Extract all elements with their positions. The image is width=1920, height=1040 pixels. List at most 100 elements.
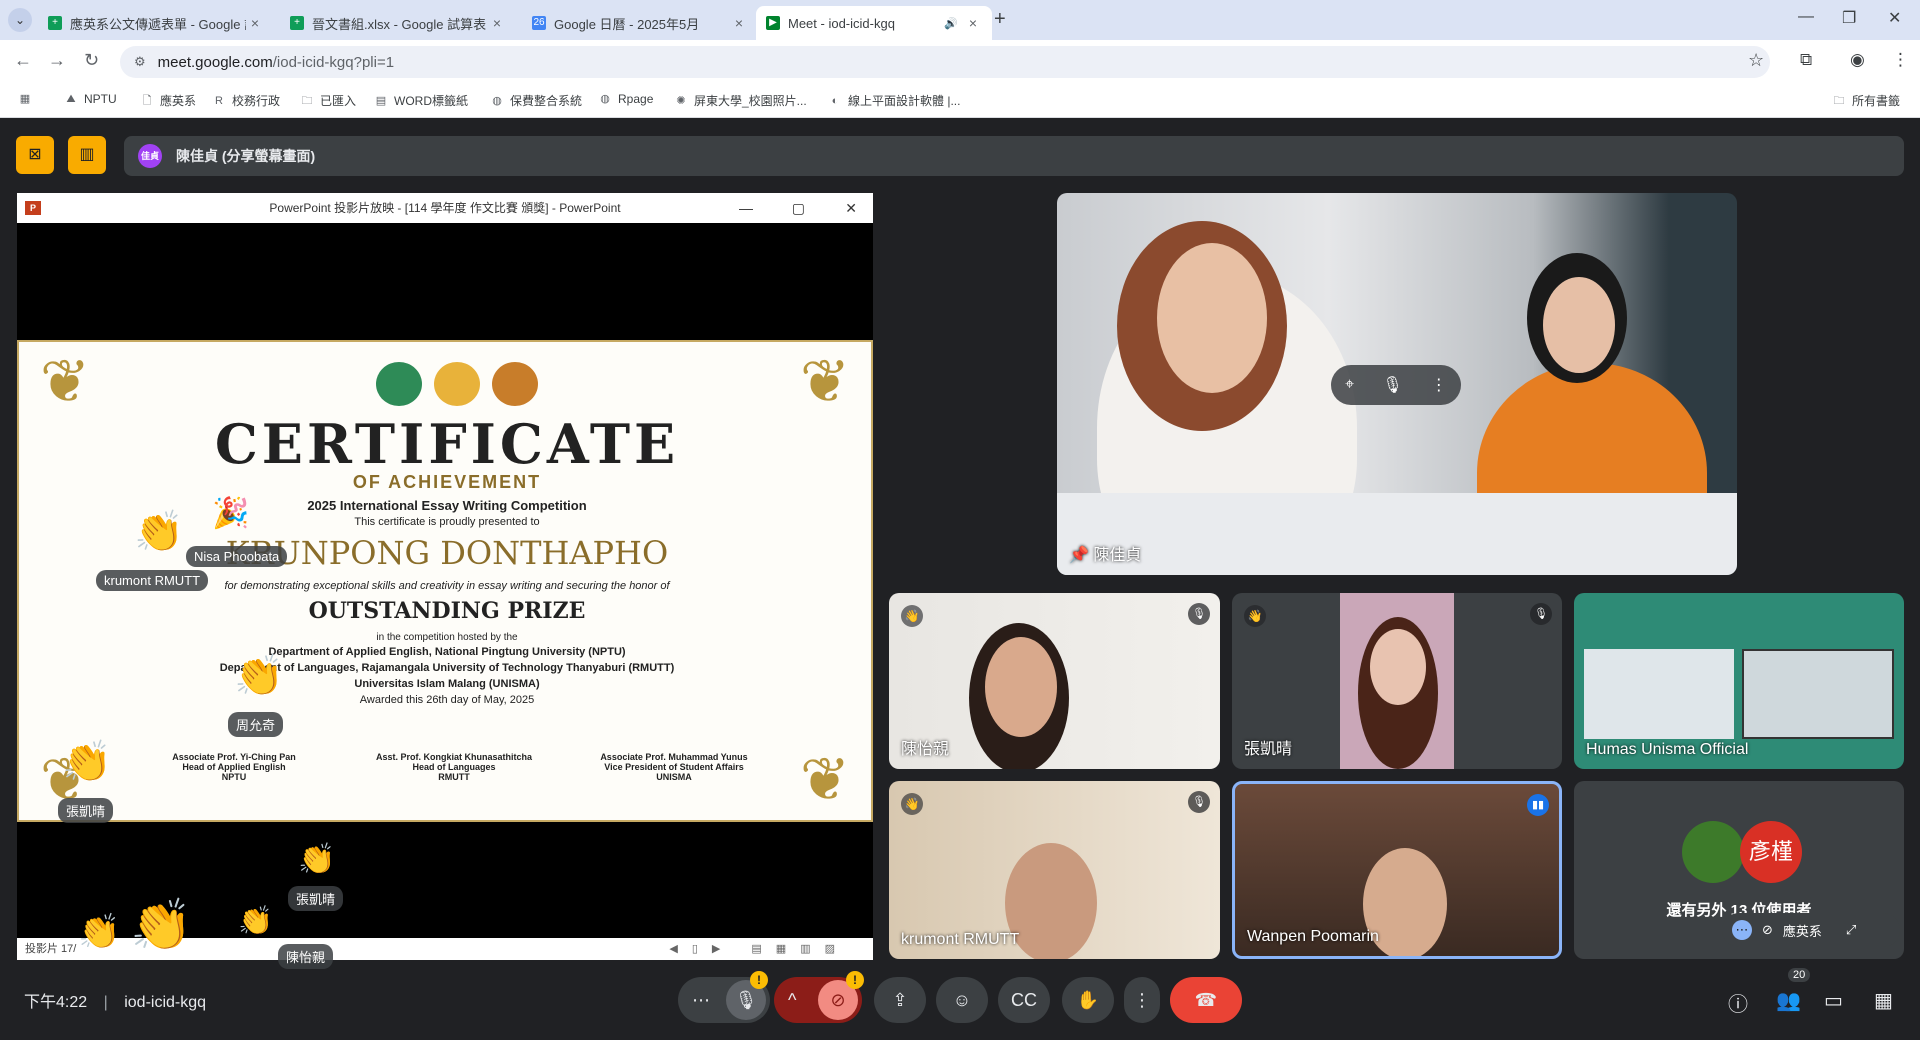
site-info-icon[interactable]: ⚙ bbox=[134, 54, 146, 70]
raise-hand-button[interactable]: ✋ bbox=[1062, 977, 1114, 1023]
restore-button[interactable]: ❐ bbox=[1842, 8, 1856, 28]
avatar: 佳貞 bbox=[138, 144, 162, 168]
reaction-name: 周允奇 bbox=[228, 712, 284, 737]
avatar: 彥槿 bbox=[1740, 821, 1802, 883]
close-icon[interactable]: × bbox=[246, 15, 264, 31]
meeting-info-icon[interactable]: ⓘ bbox=[1728, 988, 1748, 1017]
hand-icon: ✋ bbox=[1076, 990, 1100, 1010]
bookmark-admin[interactable]: R 校務行政 bbox=[212, 92, 280, 109]
apps-grid-icon[interactable]: ▦ bbox=[18, 92, 38, 106]
avatar bbox=[1682, 821, 1744, 883]
bookmark-dept[interactable]: 🗋 應英系 bbox=[140, 92, 196, 109]
close-icon: ✕ bbox=[845, 200, 857, 216]
close-window-button[interactable]: ✕ bbox=[1888, 8, 1901, 28]
bookmark-rpage[interactable]: ◍ Rpage bbox=[598, 92, 653, 106]
new-tab-button[interactable]: + bbox=[994, 8, 1006, 31]
activities-icon[interactable]: ▦ bbox=[1874, 988, 1893, 1013]
participant-name: krumont RMUTT bbox=[901, 931, 1020, 948]
unpin-icon[interactable]: ⌖ bbox=[1345, 376, 1354, 394]
speaker-tile[interactable]: ⌖ 🎙 ⋮ 📌 陳佳貞 bbox=[1057, 193, 1737, 575]
clap-reaction-icon: 👏 bbox=[130, 897, 193, 953]
participant-tile-speaking[interactable]: ▮▮ Wanpen Poomarin bbox=[1232, 781, 1562, 959]
mic-off-icon: 🎙 bbox=[1188, 791, 1210, 813]
speaking-indicator-icon: ▮▮ bbox=[1527, 794, 1549, 816]
expand-icon[interactable]: ⤢ bbox=[1846, 922, 1856, 938]
participant-tile[interactable]: 👋 🎙 陳怡親 bbox=[889, 593, 1220, 769]
participant-tile[interactable]: 👋 🎙 張凱晴 bbox=[1232, 593, 1562, 769]
profile-icon[interactable]: ◉ bbox=[1850, 50, 1865, 70]
back-button[interactable]: ← bbox=[14, 50, 32, 71]
tab-2[interactable]: + 晉文書組.xlsx - Google 試算表 × bbox=[280, 6, 516, 40]
bookmark-photos[interactable]: ✺ 屏東大學_校園照片... bbox=[674, 92, 806, 109]
chat-icon[interactable]: ▭ bbox=[1824, 988, 1843, 1013]
cert-awarded: Awarded this 26th day of May, 2025 bbox=[359, 694, 535, 706]
participant-tile[interactable]: 👋 🎙 krumont RMUTT bbox=[889, 781, 1220, 959]
participants-count: 20 bbox=[1788, 968, 1811, 982]
meet-icon: ▶ bbox=[766, 16, 780, 30]
clap-reaction-icon: 👏 bbox=[134, 510, 184, 554]
raised-hand-icon: 👋 bbox=[901, 605, 923, 627]
participant-face bbox=[1370, 629, 1426, 705]
emoji-button[interactable]: ☺ bbox=[936, 977, 988, 1023]
mic-icon[interactable]: 🎙 bbox=[1382, 375, 1402, 395]
cert-subtitle: OF ACHIEVEMENT bbox=[352, 472, 542, 492]
close-icon[interactable]: × bbox=[964, 15, 982, 31]
tab-search-button[interactable]: ⌄ bbox=[8, 8, 32, 32]
captions-icon: CC bbox=[1011, 990, 1037, 1010]
more-options-button[interactable]: ⋮ bbox=[1124, 977, 1160, 1023]
close-icon[interactable]: × bbox=[730, 15, 748, 31]
tile-hover-controls[interactable]: ⌖ 🎙 ⋮ bbox=[1331, 365, 1461, 405]
powerpoint-icon: P bbox=[25, 201, 41, 215]
reaction-name: krumont RMUTT bbox=[96, 570, 209, 591]
bookmark-nptu[interactable]: ⛰ NPTU bbox=[64, 92, 116, 106]
signer-1: Associate Prof. Yi-Ching Pan Head of Appl… bbox=[172, 752, 296, 782]
bookmark-word-labels[interactable]: ▤ WORD標籤紙 bbox=[374, 92, 468, 109]
more-options-icon[interactable]: ⋮ bbox=[1431, 375, 1447, 395]
close-icon[interactable]: × bbox=[488, 15, 506, 31]
cert-host-3: Universitas Islam Malang (UNISMA) bbox=[354, 678, 540, 690]
present-screen-button[interactable]: ⇪ bbox=[874, 977, 926, 1023]
menu-kebab-icon[interactable]: ⋮ bbox=[1892, 50, 1909, 70]
ornament-icon: ❦ bbox=[799, 348, 851, 415]
address-bar-row: ← → ↻ ⚙ meet.google.com/iod-icid-kgq?pli… bbox=[0, 40, 1920, 84]
all-bookmarks[interactable]: 🗀 所有書籤 bbox=[1832, 92, 1901, 109]
clap-reaction-icon: 👏 bbox=[234, 654, 284, 698]
people-icon[interactable]: 👥 bbox=[1776, 988, 1801, 1013]
cert-title: CERTIFICATE bbox=[214, 412, 680, 476]
hide-captions-button[interactable]: ⊠ bbox=[16, 136, 54, 174]
ornament-icon: ❦ bbox=[39, 348, 91, 415]
participant-tile[interactable]: Humas Unisma Official bbox=[1574, 593, 1904, 769]
unisma-logo bbox=[492, 362, 538, 406]
raised-hand-icon: 👋 bbox=[901, 793, 923, 815]
mic-off-icon: 🎙 bbox=[1530, 603, 1552, 625]
audio-playing-icon[interactable]: 🔊 bbox=[944, 17, 958, 30]
leave-call-button[interactable]: ☎ bbox=[1170, 977, 1242, 1023]
extensions-icon[interactable]: ⧉ bbox=[1800, 50, 1812, 70]
tab-4-active[interactable]: ▶ Meet - iod-icid-kgq 🔊 × bbox=[756, 6, 992, 40]
captions-button[interactable]: CC bbox=[998, 977, 1050, 1023]
globe-icon: ◍ bbox=[492, 94, 502, 107]
layout-button[interactable]: ▥ bbox=[68, 136, 106, 174]
forward-button[interactable]: → bbox=[48, 50, 66, 71]
self-view-pill[interactable]: ⋯ ⊘ 應英系 ⤢ bbox=[1722, 913, 1900, 947]
url-field[interactable]: ⚙ meet.google.com/iod-icid-kgq?pli=1 bbox=[120, 46, 1770, 78]
bookmarks-bar: ▦ ⛰ NPTU 🗋 應英系 R 校務行政 🗀 已匯入 ▤ WORD標籤紙 ◍ 保費整合系統… bbox=[0, 84, 1920, 118]
bookmark-star-icon[interactable]: ☆ bbox=[1748, 50, 1764, 71]
minimize-button[interactable]: — bbox=[1798, 8, 1814, 26]
mic-off-icon: 🎙 bbox=[1188, 603, 1210, 625]
folder-icon: 🗀 bbox=[1833, 94, 1845, 107]
reaction-name: Nisa Phoobata bbox=[186, 546, 288, 567]
tab-1[interactable]: + 應英系公文傳遞表單 - Google 試... × bbox=[38, 6, 274, 40]
participant-name: Humas Unisma Official bbox=[1586, 741, 1749, 758]
present-icon: ⇪ bbox=[892, 990, 908, 1010]
bookmark-design[interactable]: ◐ 線上平面設計軟體 |... bbox=[828, 92, 961, 109]
tab-3[interactable]: 26 Google 日曆 - 2025年5月 × bbox=[522, 6, 758, 40]
landmark-icon: ⛰ bbox=[66, 93, 76, 105]
current-time: 下午4:22 bbox=[24, 994, 88, 1011]
others-tile[interactable]: 彥槿 還有另外 13 位使用者 ⋯ ⊘ 應英系 ⤢ bbox=[1574, 781, 1904, 959]
chevron-up-icon: ^ bbox=[788, 990, 797, 1010]
bookmark-imported[interactable]: 🗀 已匯入 bbox=[300, 92, 357, 109]
reload-button[interactable]: ↻ bbox=[84, 50, 99, 71]
canva-icon: ◐ bbox=[831, 94, 839, 107]
bookmark-insurance[interactable]: ◍ 保費整合系統 bbox=[490, 92, 582, 109]
